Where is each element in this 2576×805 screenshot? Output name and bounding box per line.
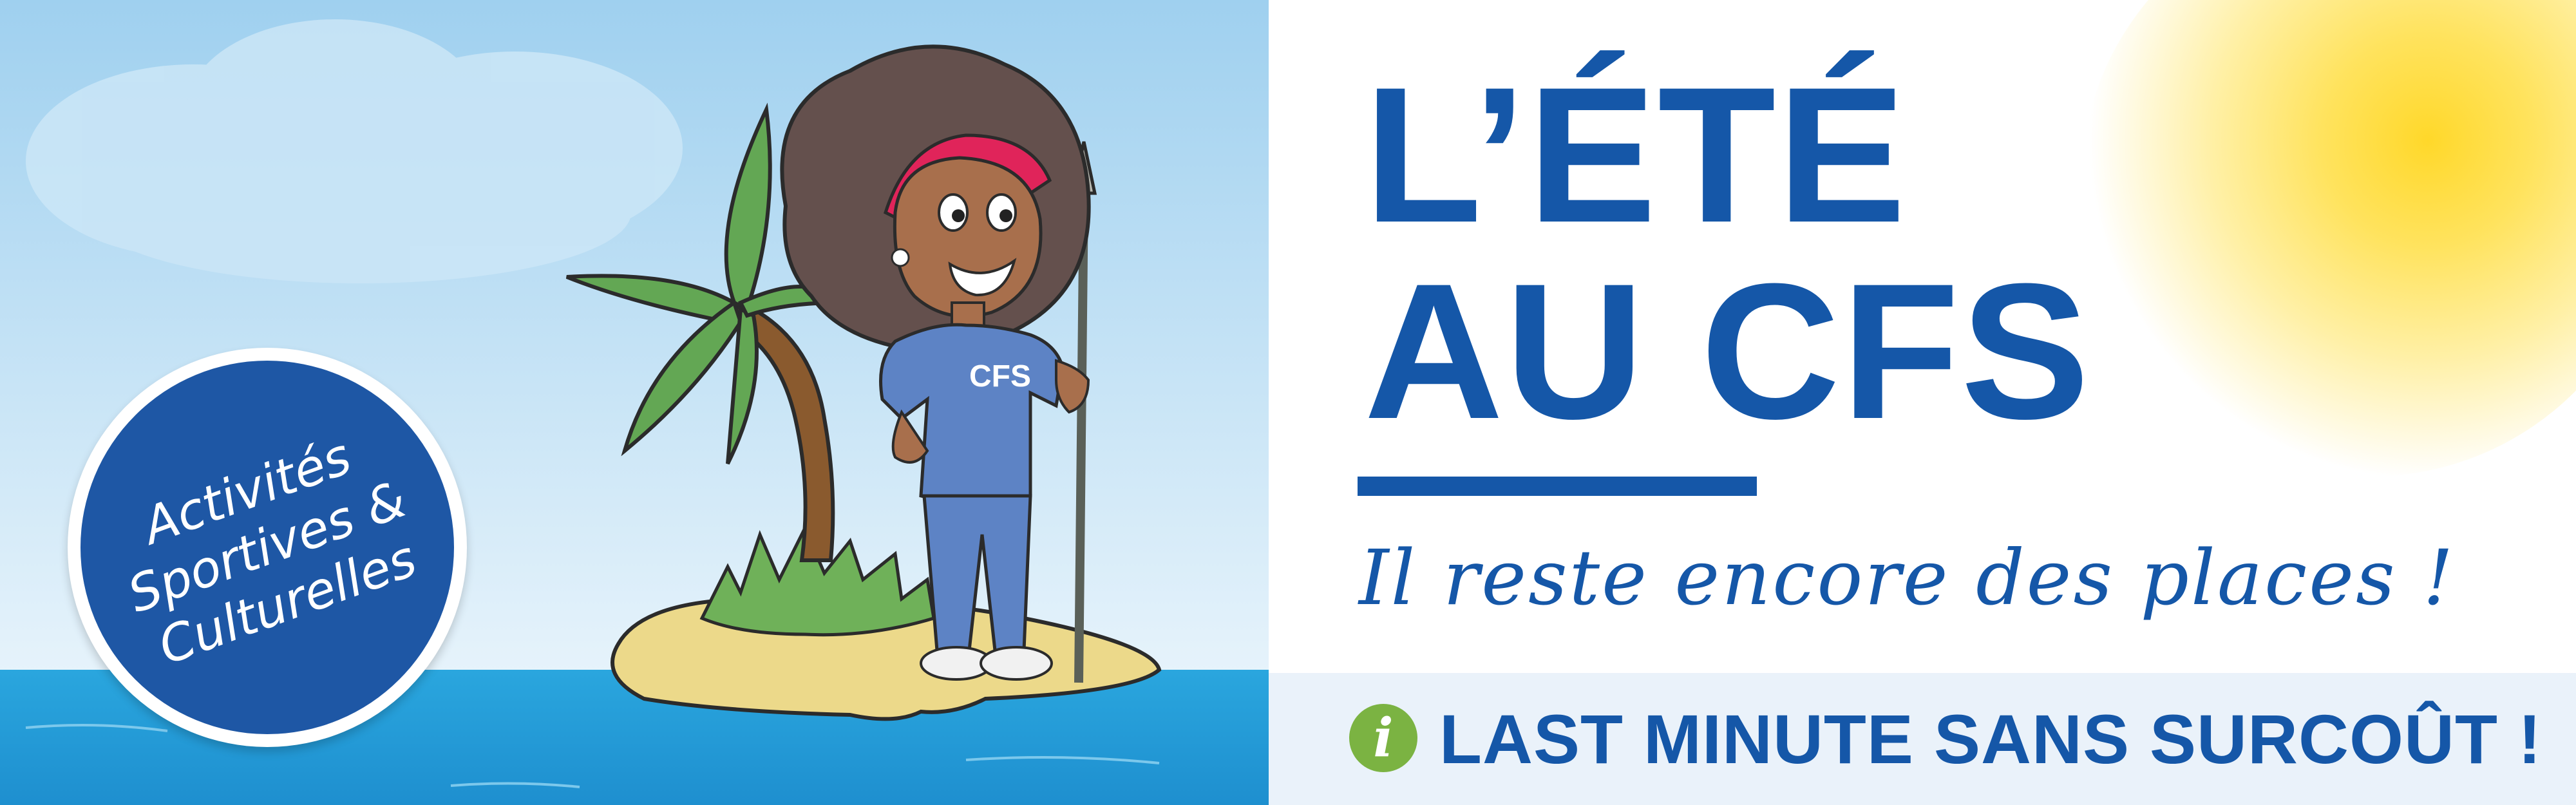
info-icon: i (1349, 704, 1417, 772)
activities-badge: Activités Sportives & Culturelles (68, 348, 467, 747)
character-shoe-right (980, 646, 1053, 681)
shirt-logo: CFS (969, 359, 1031, 393)
title-line-2: AU CFS (1364, 243, 2091, 459)
last-minute-text: LAST MINUTE SANS SURCOÛT ! (1439, 700, 2542, 778)
summer-banner: CFS L’ÉTÉ AU CFS Il reste encore des pla… (0, 0, 2576, 805)
subtitle-text: Il reste encore des places ! (1359, 533, 2456, 622)
title-underline (1358, 477, 1757, 496)
badge-circle: Activités Sportives & Culturelles (80, 361, 454, 734)
title-line-1: L’ÉTÉ (1364, 46, 1908, 263)
